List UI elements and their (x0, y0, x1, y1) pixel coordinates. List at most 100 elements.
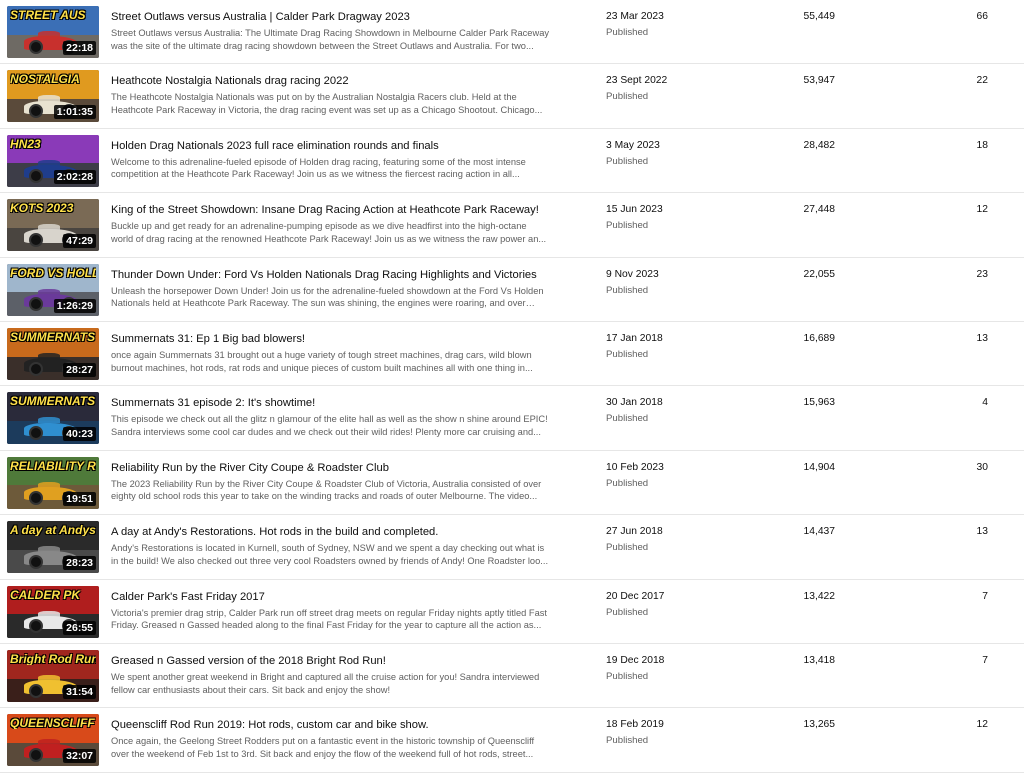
comment-count: 30 (976, 461, 988, 473)
publish-date: 17 Jan 2018 (606, 332, 663, 344)
view-count: 22,055 (803, 268, 836, 280)
video-thumbnail[interactable]: Bright Rod Run 31:54 (7, 649, 99, 702)
thumbnail-caption: RELIABILITY RUN (10, 459, 96, 472)
thumbnail-caption: HN23 (10, 137, 41, 150)
visibility-status: Published (606, 413, 649, 425)
video-title[interactable]: Greased n Gassed version of the 2018 Bri… (111, 655, 581, 667)
thumbnail-caption: QUEENSCLIFF ROD RUN (10, 717, 96, 730)
video-title[interactable]: Reliability Run by the River City Coupe … (111, 462, 581, 474)
video-thumbnail[interactable]: RELIABILITY RUN 19:51 (7, 456, 99, 509)
thumbnail-caption: A day at Andys Restorat (10, 524, 96, 537)
video-row[interactable]: STREET AUS 22:18 Street Outlaws versus A… (0, 0, 1024, 65)
video-row[interactable]: FORD VS HOLDEN 1:26:29 Thunder Down Unde… (0, 258, 1024, 322)
duration-badge: 32:07 (63, 749, 96, 764)
visibility-status: Published (606, 735, 649, 747)
comment-count: 23 (976, 268, 988, 280)
comment-count: 12 (976, 204, 988, 216)
visibility-status: Published (606, 477, 649, 489)
video-title[interactable]: Summernats 31: Ep 1 Big bad blowers! (111, 333, 581, 345)
comment-count: 7 (982, 590, 988, 602)
video-description: Street Outlaws versus Australia: The Ult… (111, 28, 550, 51)
wheel-graphic (29, 490, 44, 505)
video-row[interactable]: Bright Rod Run 31:54 Greased n Gassed ve… (0, 644, 1024, 709)
video-row[interactable]: KOTS 2023 47:29 King of the Street Showd… (0, 193, 1024, 258)
visibility-status: Published (606, 542, 649, 554)
thumbnail-caption: NOSTALGIA (10, 73, 80, 86)
thumbnail-caption: STREET AUS (10, 9, 86, 21)
thumbnail-caption: CALDER PK (10, 588, 81, 601)
video-title[interactable]: Summernats 31 episode 2: It's showtime! (111, 397, 581, 409)
thumbnail-caption: Bright Rod Run (10, 652, 96, 665)
duration-badge: 28:27 (63, 362, 96, 377)
video-title[interactable]: Holden Drag Nationals 2023 full race eli… (111, 140, 581, 152)
video-thumbnail[interactable]: A day at Andys Restorat 28:23 (7, 521, 99, 574)
video-row[interactable]: QUEENSCLIFF ROD RUN 32:07 Queenscliff Ro… (0, 708, 1024, 773)
duration-badge: 22:18 (63, 41, 96, 55)
publish-date: 9 Nov 2023 (606, 268, 659, 280)
publish-date: 18 Feb 2019 (606, 719, 664, 731)
video-thumbnail[interactable]: HN23 2:02:28 (7, 134, 99, 187)
video-title[interactable]: Street Outlaws versus Australia | Calder… (111, 11, 581, 23)
view-count: 16,689 (803, 332, 836, 344)
video-row[interactable]: A day at Andys Restorat 28:23 A day at A… (0, 515, 1024, 580)
wheel-graphic (29, 361, 44, 376)
view-count: 15,963 (803, 397, 836, 409)
publish-date: 27 Jun 2018 (606, 526, 663, 538)
view-count: 53,947 (803, 75, 836, 87)
publish-date: 30 Jan 2018 (606, 397, 663, 409)
video-thumbnail[interactable]: NOSTALGIA 1:01:35 (7, 70, 99, 123)
video-thumbnail[interactable]: CALDER PK 26:55 (7, 585, 99, 638)
video-thumbnail[interactable]: SUMMERNATS 31 28:27 (7, 327, 99, 380)
wheel-graphic (29, 168, 44, 183)
video-title[interactable]: Queenscliff Rod Run 2019: Hot rods, cust… (111, 719, 581, 731)
visibility-status: Published (606, 348, 649, 360)
video-description: Andy's Restorations is located in Kurnel… (111, 543, 549, 566)
visibility-status: Published (606, 220, 649, 232)
video-title[interactable]: King of the Street Showdown: Insane Drag… (111, 204, 581, 216)
video-description: Once again, the Geelong Street Rodders p… (111, 736, 535, 759)
video-row[interactable]: RELIABILITY RUN 19:51 Reliability Run by… (0, 451, 1024, 516)
video-thumbnail[interactable]: QUEENSCLIFF ROD RUN 32:07 (7, 714, 99, 767)
video-description: once again Summernats 31 brought out a h… (111, 349, 533, 373)
visibility-status: Published (606, 606, 649, 618)
visibility-status: Published (606, 284, 649, 296)
publish-date: 15 Jun 2023 (606, 204, 663, 216)
video-title[interactable]: A day at Andy's Restorations. Hot rods i… (111, 526, 581, 538)
video-row[interactable]: HN23 2:02:28 Holden Drag Nationals 2023 … (0, 129, 1024, 194)
wheel-graphic (29, 39, 44, 54)
wheel-graphic (29, 233, 44, 248)
comment-count: 4 (982, 397, 988, 409)
duration-badge: 2:02:28 (53, 169, 96, 184)
publish-date: 20 Dec 2017 (606, 590, 665, 602)
video-thumbnail[interactable]: STREET AUS 22:18 (7, 6, 99, 58)
publish-date: 3 May 2023 (606, 139, 660, 151)
video-thumbnail[interactable]: FORD VS HOLDEN 1:26:29 (7, 263, 99, 316)
visibility-status: Published (606, 670, 649, 682)
thumbnail-caption: FORD VS HOLDEN (10, 266, 96, 279)
video-title[interactable]: Calder Park's Fast Friday 2017 (111, 591, 581, 603)
video-row[interactable]: NOSTALGIA 1:01:35 Heathcote Nostalgia Na… (0, 64, 1024, 129)
video-list: STREET AUS 22:18 Street Outlaws versus A… (0, 0, 1024, 773)
visibility-status: Published (606, 27, 649, 38)
duration-badge: 40:23 (63, 427, 96, 442)
video-row[interactable]: CALDER PK 26:55 Calder Park's Fast Frida… (0, 580, 1024, 644)
video-title[interactable]: Thunder Down Under: Ford Vs Holden Natio… (111, 269, 581, 281)
thumbnail-caption: SUMMERNATS 31 (10, 395, 96, 408)
wheel-graphic (29, 554, 44, 569)
duration-badge: 26:55 (63, 620, 96, 635)
comment-count: 22 (976, 75, 988, 87)
video-title[interactable]: Heathcote Nostalgia Nationals drag racin… (111, 75, 581, 87)
view-count: 28,482 (803, 139, 836, 151)
video-description: Welcome to this adrenaline-fueled episod… (111, 156, 526, 180)
publish-date: 23 Mar 2023 (606, 11, 664, 22)
duration-badge: 31:54 (63, 684, 96, 699)
publish-date: 23 Sept 2022 (606, 75, 668, 87)
video-thumbnail[interactable]: SUMMERNATS 31 40:23 (7, 392, 99, 445)
duration-badge: 28:23 (63, 556, 96, 571)
video-row[interactable]: SUMMERNATS 31 28:27 Summernats 31: Ep 1 … (0, 322, 1024, 387)
view-count: 13,422 (803, 590, 836, 602)
duration-badge: 47:29 (63, 234, 96, 249)
video-description: Victoria's premier drag strip, Calder Pa… (111, 607, 547, 631)
video-row[interactable]: SUMMERNATS 31 40:23 Summernats 31 episod… (0, 386, 1024, 451)
video-thumbnail[interactable]: KOTS 2023 47:29 (7, 199, 99, 252)
